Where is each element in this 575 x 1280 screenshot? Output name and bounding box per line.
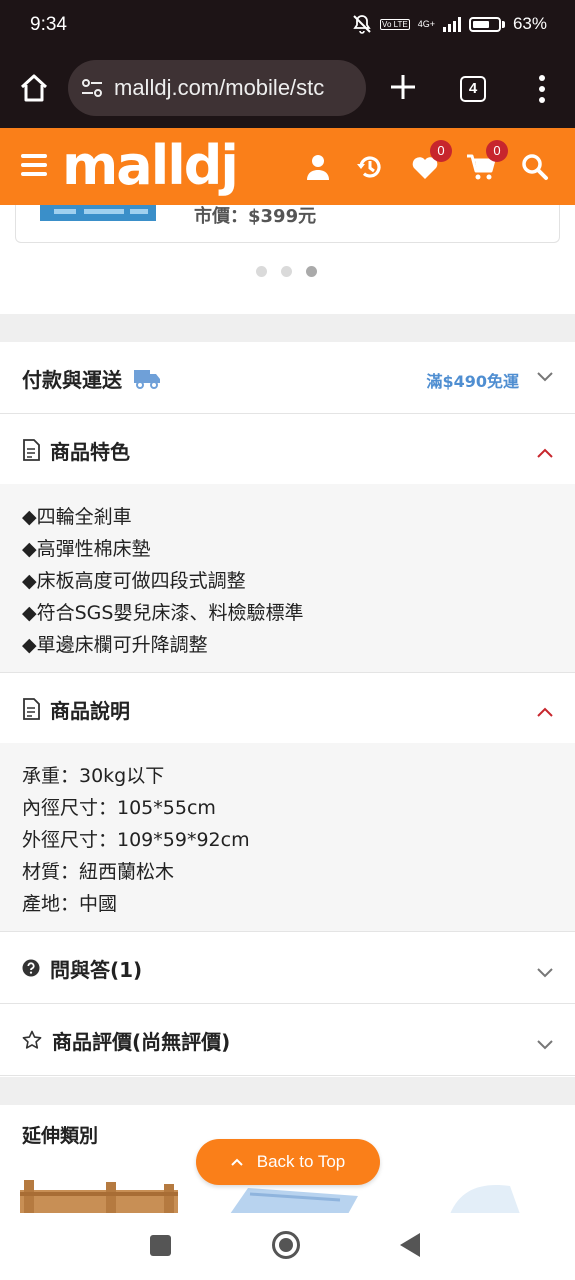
wishlist-button[interactable]: 0 — [410, 140, 452, 182]
new-tab-icon[interactable] — [388, 72, 418, 102]
cart-count-badge: 0 — [486, 140, 508, 162]
home-icon[interactable] — [18, 72, 50, 104]
carousel-dot[interactable] — [256, 266, 267, 277]
history-icon[interactable] — [355, 152, 385, 182]
home-button[interactable] — [272, 1231, 300, 1259]
features-header[interactable]: 商品特色 — [0, 414, 575, 486]
system-nav-bar — [0, 1213, 575, 1280]
site-settings-icon[interactable] — [80, 76, 104, 100]
reviews-row[interactable]: 商品評價(尚無評價) — [0, 1004, 575, 1076]
feature-item: ◆高彈性棉床墊 — [22, 538, 151, 560]
features-label: 商品特色 — [50, 439, 130, 464]
site-logo[interactable]: malldj — [62, 132, 239, 200]
chevron-up-icon[interactable] — [537, 448, 553, 458]
battery-percent: 63% — [512, 14, 547, 33]
bedding-thumbnail[interactable] — [440, 1180, 520, 1214]
qa-row[interactable]: 問與答(1) — [0, 932, 575, 1004]
description-title: 商品說明 — [22, 673, 130, 745]
site-header: malldj 0 0 — [0, 128, 575, 205]
battery-tip — [501, 20, 505, 28]
mute-bell-icon — [353, 15, 371, 34]
carousel-dot-active[interactable] — [306, 266, 317, 277]
chevron-down-icon[interactable] — [537, 1040, 553, 1050]
description-header[interactable]: 商品說明 — [0, 673, 575, 745]
chevron-down-icon[interactable] — [537, 968, 553, 978]
url-text: malldj.com/mobile/stc — [114, 75, 325, 100]
more-menu-icon[interactable] — [538, 74, 546, 104]
wishlist-count-badge: 0 — [430, 140, 452, 162]
document-icon — [23, 439, 40, 461]
status-icons: Vo LTE 4G+ 63% — [352, 14, 547, 34]
chevron-up-icon[interactable] — [537, 707, 553, 717]
status-time: 9:34 — [30, 14, 67, 35]
browser-toolbar: malldj.com/mobile/stc 4 — [0, 52, 575, 128]
section-divider — [0, 314, 575, 342]
feature-item: ◆四輪全剎車 — [22, 506, 132, 528]
feature-item: ◆床板高度可做四段式調整 — [22, 570, 246, 592]
reviews-label: 商品評價(尚無評價) — [52, 1029, 231, 1054]
cart-button[interactable]: 0 — [466, 140, 508, 182]
carousel-dots — [256, 266, 317, 277]
spec-item: 外徑尺寸：109*59*92cm — [22, 829, 250, 851]
payment-shipping-title: 付款與運送 — [22, 342, 162, 414]
chevron-up-icon — [231, 1158, 243, 1166]
hamburger-menu-icon[interactable] — [21, 154, 47, 178]
chevron-down-icon[interactable] — [537, 372, 553, 382]
payment-shipping-label: 付款與運送 — [22, 367, 122, 392]
extended-categories-title: 延伸類別 — [22, 1125, 99, 1147]
volte-icon: Vo LTE — [380, 18, 410, 30]
star-icon — [22, 1030, 42, 1049]
search-icon[interactable] — [520, 152, 550, 182]
payment-shipping-row[interactable]: 付款與運送 滿$490免運 — [0, 342, 575, 414]
feature-item: ◆單邊床欄可升降調整 — [22, 634, 208, 656]
spec-item: 材質：紐西蘭松木 — [22, 861, 175, 883]
signal-icon — [442, 16, 461, 32]
free-shipping-note: 滿$490免運 — [426, 372, 519, 391]
carousel-product-image — [40, 205, 156, 221]
network-label: 4G+ — [417, 18, 435, 29]
section-divider — [0, 1077, 575, 1105]
battery-icon — [468, 16, 501, 32]
description-content: 承重：30kg以下 內徑尺寸：105*55cm 外徑尺寸：109*59*92cm… — [0, 743, 575, 932]
tab-switcher-button[interactable]: 4 — [460, 76, 486, 102]
carousel-dot[interactable] — [281, 266, 292, 277]
feature-item: ◆符合SGS嬰兒床漆、料檢驗標準 — [22, 602, 304, 624]
back-button[interactable] — [400, 1233, 420, 1257]
crib-thumbnail[interactable] — [20, 1180, 178, 1214]
product-carousel-card[interactable]: 市價：$399元 — [15, 205, 560, 243]
description-label: 商品說明 — [50, 698, 130, 723]
spec-item: 承重：30kg以下 — [22, 765, 165, 787]
recents-button[interactable] — [150, 1235, 171, 1256]
features-content: ◆四輪全剎車 ◆高彈性棉床墊 ◆床板高度可做四段式調整 ◆符合SGS嬰兒床漆、料… — [0, 484, 575, 673]
qa-title: 問與答(1) — [22, 932, 142, 1004]
user-icon[interactable] — [303, 152, 333, 182]
document-icon — [23, 698, 40, 720]
mattress-thumbnail[interactable] — [220, 1184, 360, 1214]
truck-icon — [134, 370, 160, 389]
carousel-price: 市價：$399元 — [194, 206, 317, 227]
spec-item: 內徑尺寸：105*55cm — [22, 797, 216, 819]
address-bar[interactable]: malldj.com/mobile/stc — [68, 60, 366, 116]
reviews-title: 商品評價(尚無評價) — [22, 1004, 230, 1076]
back-to-top-button[interactable]: Back to Top — [196, 1139, 380, 1185]
spec-item: 產地：中國 — [22, 893, 118, 915]
back-to-top-label: Back to Top — [256, 1152, 346, 1171]
question-circle-icon — [22, 959, 40, 977]
status-bar: 9:34 Vo LTE 4G+ 63% — [0, 0, 575, 52]
qa-label: 問與答(1) — [50, 957, 143, 982]
features-title: 商品特色 — [22, 414, 130, 486]
